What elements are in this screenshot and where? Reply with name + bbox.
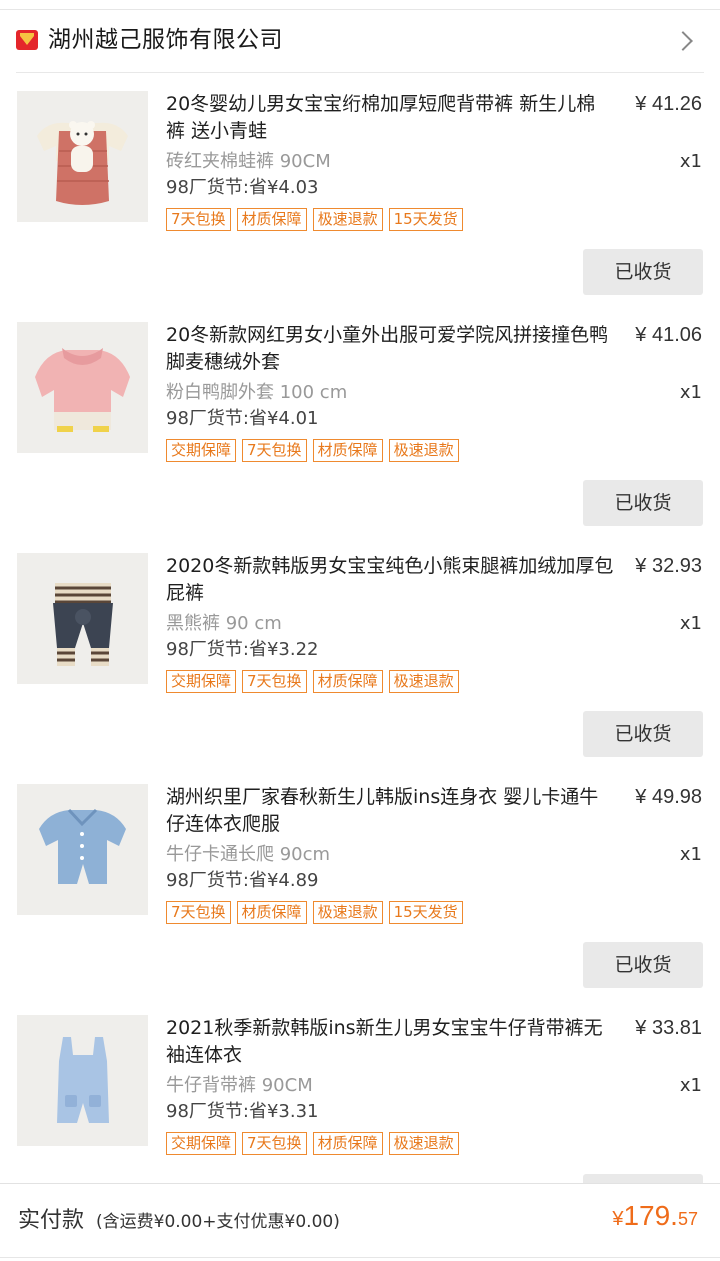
product-title[interactable]: 湖州织里厂家春秋新生儿韩版ins连身衣 婴儿卡通牛仔连体衣爬服 <box>166 784 614 838</box>
service-tag: 7天包换 <box>242 670 307 693</box>
service-tag: 交期保障 <box>166 439 237 462</box>
product-saving: 98厂货节:省¥4.03 <box>166 177 319 198</box>
shop-header[interactable]: 湖州越己服饰有限公司 <box>0 10 720 72</box>
total-currency: ¥ <box>612 1208 624 1230</box>
product-price: ¥ 49.98 <box>635 786 702 808</box>
header-divider <box>16 72 704 73</box>
service-tag: 材质保障 <box>312 439 383 462</box>
product-spec: 黑熊裤 90 cm <box>166 613 282 634</box>
product-quantity: x1 <box>679 382 702 403</box>
service-tag: 材质保障 <box>236 901 307 924</box>
service-tag: 极速退款 <box>312 208 383 231</box>
shop-icon <box>16 30 38 50</box>
product-image[interactable] <box>17 91 148 222</box>
service-tag: 7天包换 <box>242 1132 307 1155</box>
order-item[interactable]: 20冬新款网红男女小童外出服可爱学院风拼接撞色鸭脚麦穗绒外套 ¥ 41.06 粉… <box>0 322 720 553</box>
service-tags: 交期保障 7天包换 材质保障 极速退款 <box>166 670 459 693</box>
product-quantity: x1 <box>679 844 702 865</box>
product-spec: 牛仔背带裤 90CM <box>166 1075 313 1096</box>
product-title[interactable]: 2020冬新款韩版男女宝宝纯色小熊束腿裤加绒加厚包屁裤 <box>166 553 614 607</box>
service-tag: 极速退款 <box>388 670 459 693</box>
service-tags: 交期保障 7天包换 材质保障 极速退款 <box>166 1132 459 1155</box>
pay-label: 实付款 <box>18 1208 85 1233</box>
pay-detail: (含运费¥0.00+支付优惠¥0.00) <box>96 1212 340 1232</box>
service-tag: 极速退款 <box>312 901 383 924</box>
service-tag: 7天包换 <box>242 439 307 462</box>
service-tags: 7天包换 材质保障 极速退款 15天发货 <box>166 901 463 924</box>
received-button[interactable]: 已收货 <box>583 249 703 295</box>
product-price: ¥ 41.06 <box>635 324 702 346</box>
service-tag: 材质保障 <box>312 1132 383 1155</box>
product-spec: 牛仔卡通长爬 90cm <box>166 844 331 865</box>
product-quantity: x1 <box>679 1075 702 1096</box>
service-tag: 交期保障 <box>166 670 237 693</box>
service-tag: 极速退款 <box>388 1132 459 1155</box>
payment-summary: 实付款 (含运费¥0.00+支付优惠¥0.00) ¥179.57 <box>0 1184 720 1261</box>
bottom-divider <box>0 1257 720 1258</box>
service-tag: 7天包换 <box>166 208 231 231</box>
product-price: ¥ 41.26 <box>635 93 702 115</box>
service-tag: 极速退款 <box>388 439 459 462</box>
product-saving: 98厂货节:省¥4.01 <box>166 408 319 429</box>
product-title[interactable]: 20冬婴幼儿男女宝宝绗棉加厚短爬背带裤 新生儿棉裤 送小青蛙 <box>166 91 614 145</box>
order-item[interactable]: 20冬婴幼儿男女宝宝绗棉加厚短爬背带裤 新生儿棉裤 送小青蛙 ¥ 41.26 砖… <box>0 91 720 322</box>
product-image[interactable] <box>17 553 148 684</box>
product-title[interactable]: 20冬新款网红男女小童外出服可爱学院风拼接撞色鸭脚麦穗绒外套 <box>166 322 614 376</box>
received-button[interactable]: 已收货 <box>583 942 703 988</box>
chevron-right-icon[interactable] <box>673 31 693 51</box>
order-item[interactable]: 湖州织里厂家春秋新生儿韩版ins连身衣 婴儿卡通牛仔连体衣爬服 ¥ 49.98 … <box>0 784 720 1015</box>
service-tag: 15天发货 <box>388 208 463 231</box>
product-saving: 98厂货节:省¥3.31 <box>166 1101 319 1122</box>
shop-name[interactable]: 湖州越己服饰有限公司 <box>48 24 283 56</box>
service-tag: 材质保障 <box>312 670 383 693</box>
total-decimal: 57 <box>677 1209 698 1229</box>
product-quantity: x1 <box>679 151 702 172</box>
product-price: ¥ 33.81 <box>635 1017 702 1039</box>
product-title[interactable]: 2021秋季新款韩版ins新生儿男女宝宝牛仔背带裤无袖连体衣 <box>166 1015 614 1069</box>
product-spec: 粉白鸭脚外套 100 cm <box>166 382 348 403</box>
service-tag: 15天发货 <box>388 901 463 924</box>
received-button[interactable]: 已收货 <box>583 480 703 526</box>
product-quantity: x1 <box>679 613 702 634</box>
order-detail-page: 湖州越己服饰有限公司 20冬婴幼儿男女宝宝绗棉加厚短爬背带裤 新生儿棉裤 送小青… <box>0 0 720 1261</box>
received-button[interactable]: 已收货 <box>583 711 703 757</box>
service-tags: 7天包换 材质保障 极速退款 15天发货 <box>166 208 463 231</box>
product-image[interactable] <box>17 322 148 453</box>
service-tag: 7天包换 <box>166 901 231 924</box>
total-amount: ¥179.57 <box>612 1200 698 1232</box>
service-tag: 交期保障 <box>166 1132 237 1155</box>
service-tag: 材质保障 <box>236 208 307 231</box>
product-saving: 98厂货节:省¥3.22 <box>166 639 319 660</box>
service-tags: 交期保障 7天包换 材质保障 极速退款 <box>166 439 459 462</box>
product-spec: 砖红夹棉蛙裤 90CM <box>166 151 331 172</box>
product-price: ¥ 32.93 <box>635 555 702 577</box>
product-saving: 98厂货节:省¥4.89 <box>166 870 319 891</box>
order-item[interactable]: 2020冬新款韩版男女宝宝纯色小熊束腿裤加绒加厚包屁裤 ¥ 32.93 黑熊裤 … <box>0 553 720 784</box>
product-image[interactable] <box>17 784 148 915</box>
top-divider <box>0 0 720 10</box>
total-integer: 179. <box>623 1200 678 1231</box>
product-image[interactable] <box>17 1015 148 1146</box>
